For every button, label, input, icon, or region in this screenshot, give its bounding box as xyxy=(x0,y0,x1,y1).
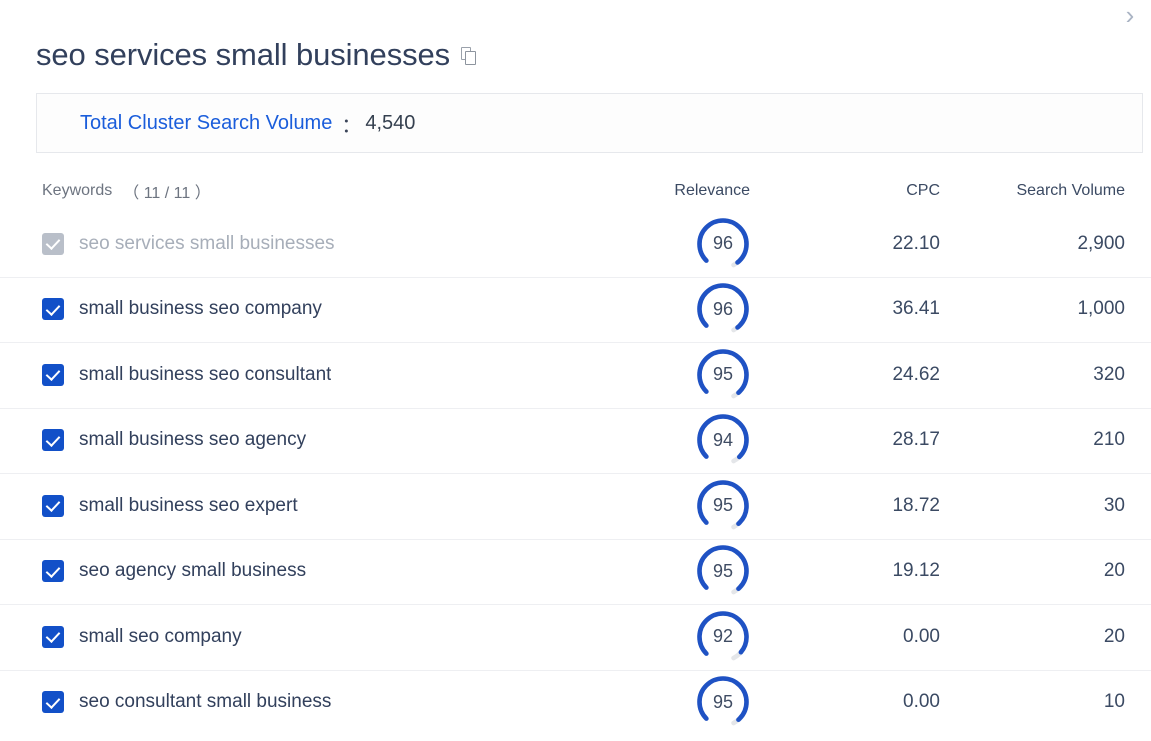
row-keyword-label: small business seo agency xyxy=(79,429,307,451)
total-cluster-search-volume-label[interactable]: Total Cluster Search Volume xyxy=(80,112,332,135)
column-header-relevance[interactable]: Relevance xyxy=(586,182,758,200)
row-cpc-value: 0.00 xyxy=(903,691,940,713)
row-cpc-value: 28.17 xyxy=(892,429,940,451)
relevance-gauge: 95 xyxy=(696,348,750,402)
row-checkbox xyxy=(42,232,64,255)
row-search-volume-value: 320 xyxy=(1093,363,1125,385)
row-keyword-cell: seo agency small business xyxy=(42,560,586,583)
relevance-gauge: 95 xyxy=(696,544,750,598)
row-keyword-cell: small business seo expert xyxy=(42,494,586,517)
table-row[interactable]: small business seo agency 94 28.17 210 xyxy=(0,407,1151,474)
table-row[interactable]: small business seo expert 95 18.72 30 xyxy=(0,473,1151,539)
keywords-selected-count: （ 11 / 11 ） xyxy=(123,185,211,203)
row-relevance-cell: 96 xyxy=(586,217,758,271)
cluster-panel: seo services small businesses Total Clus… xyxy=(0,0,1151,735)
relevance-gauge: 92 xyxy=(696,610,750,664)
relevance-gauge: 94 xyxy=(696,413,750,467)
row-cpc-value: 36.41 xyxy=(892,298,940,320)
copy-icon[interactable] xyxy=(461,47,481,69)
row-keyword-cell: small business seo company xyxy=(42,298,586,321)
row-keyword-label: small business seo consultant xyxy=(79,363,332,385)
row-search-volume-value: 2,900 xyxy=(1077,232,1125,254)
row-checkbox[interactable] xyxy=(42,363,64,386)
summary-separator: ： xyxy=(341,114,362,137)
title-row: seo services small businesses xyxy=(0,0,1151,72)
column-header-search-volume[interactable]: Search Volume xyxy=(940,182,1125,200)
row-checkbox[interactable] xyxy=(42,298,64,321)
relevance-value: 96 xyxy=(712,233,734,254)
row-cpc-value: 22.10 xyxy=(892,232,940,254)
relevance-value: 96 xyxy=(712,298,734,319)
column-header-cpc[interactable]: CPC xyxy=(758,182,940,200)
row-cpc-value: 18.72 xyxy=(892,494,940,516)
copy-icon-front xyxy=(465,51,477,66)
row-relevance-cell: 95 xyxy=(586,348,758,402)
column-header-keywords: Keywords （ 11 / 11 ） xyxy=(42,179,586,203)
keywords-header-label: Keywords xyxy=(42,182,113,200)
table-header-row: Keywords （ 11 / 11 ） Relevance CPC Searc… xyxy=(0,171,1151,211)
row-relevance-cell: 96 xyxy=(586,282,758,336)
total-cluster-search-volume-value: 4,540 xyxy=(365,111,416,134)
row-search-volume-value: 20 xyxy=(1103,560,1125,582)
row-keyword-cell: seo consultant small business xyxy=(42,691,586,714)
row-relevance-cell: 95 xyxy=(586,544,758,598)
row-cpc-value: 19.12 xyxy=(892,560,940,582)
table-row[interactable]: small seo company 92 0.00 20 xyxy=(0,604,1151,670)
table-row[interactable]: seo agency small business 95 19.12 20 xyxy=(0,538,1151,605)
row-keyword-cell: small seo company xyxy=(42,625,586,648)
table-row[interactable]: small business seo consultant 95 24.62 320 xyxy=(0,342,1151,408)
row-keyword-label: seo consultant small business xyxy=(79,691,332,713)
relevance-value: 95 xyxy=(712,495,734,516)
row-keyword-cell: seo services small businesses xyxy=(42,232,586,255)
row-relevance-cell: 92 xyxy=(586,610,758,664)
row-keyword-label: seo agency small business xyxy=(79,560,307,582)
relevance-value: 95 xyxy=(712,364,734,385)
row-keyword-label: small business seo expert xyxy=(79,494,298,516)
row-keyword-label: small seo company xyxy=(79,625,242,647)
row-search-volume-value: 210 xyxy=(1093,429,1125,451)
row-keyword-cell: small business seo agency xyxy=(42,429,586,452)
row-checkbox[interactable] xyxy=(42,625,64,648)
row-relevance-cell: 95 xyxy=(586,675,758,729)
row-search-volume-value: 30 xyxy=(1103,494,1125,516)
table-row[interactable]: seo services small businesses 96 22.10 2,90… xyxy=(0,211,1151,277)
row-checkbox[interactable] xyxy=(42,560,64,583)
total-cluster-search-volume-box: Total Cluster Search Volume ： 4,540 xyxy=(36,93,1143,154)
row-checkbox[interactable] xyxy=(42,494,64,517)
relevance-gauge: 96 xyxy=(696,282,750,336)
row-keyword-label: seo services small businesses xyxy=(79,232,335,254)
row-keyword-cell: small business seo consultant xyxy=(42,363,586,386)
table-row[interactable]: small business seo company 96 36.41 1,000 xyxy=(0,276,1151,343)
relevance-gauge: 96 xyxy=(696,217,750,271)
row-search-volume-value: 20 xyxy=(1103,625,1125,647)
relevance-gauge: 95 xyxy=(696,479,750,533)
relevance-value: 94 xyxy=(712,429,734,450)
relevance-gauge: 95 xyxy=(696,675,750,729)
relevance-value: 95 xyxy=(712,691,734,712)
row-search-volume-value: 10 xyxy=(1103,691,1125,713)
page-title: seo services small businesses xyxy=(36,37,451,72)
row-cpc-value: 0.00 xyxy=(903,625,940,647)
keywords-table: Keywords （ 11 / 11 ） Relevance CPC Searc… xyxy=(0,171,1151,735)
relevance-value: 92 xyxy=(712,626,734,647)
row-checkbox[interactable] xyxy=(42,691,64,714)
row-relevance-cell: 95 xyxy=(586,479,758,533)
row-cpc-value: 24.62 xyxy=(892,363,940,385)
row-relevance-cell: 94 xyxy=(586,413,758,467)
row-checkbox[interactable] xyxy=(42,429,64,452)
row-keyword-label: small business seo company xyxy=(79,298,322,320)
bottom-edge-mask xyxy=(0,726,1151,730)
row-search-volume-value: 1,000 xyxy=(1077,298,1125,320)
relevance-value: 95 xyxy=(712,560,734,581)
